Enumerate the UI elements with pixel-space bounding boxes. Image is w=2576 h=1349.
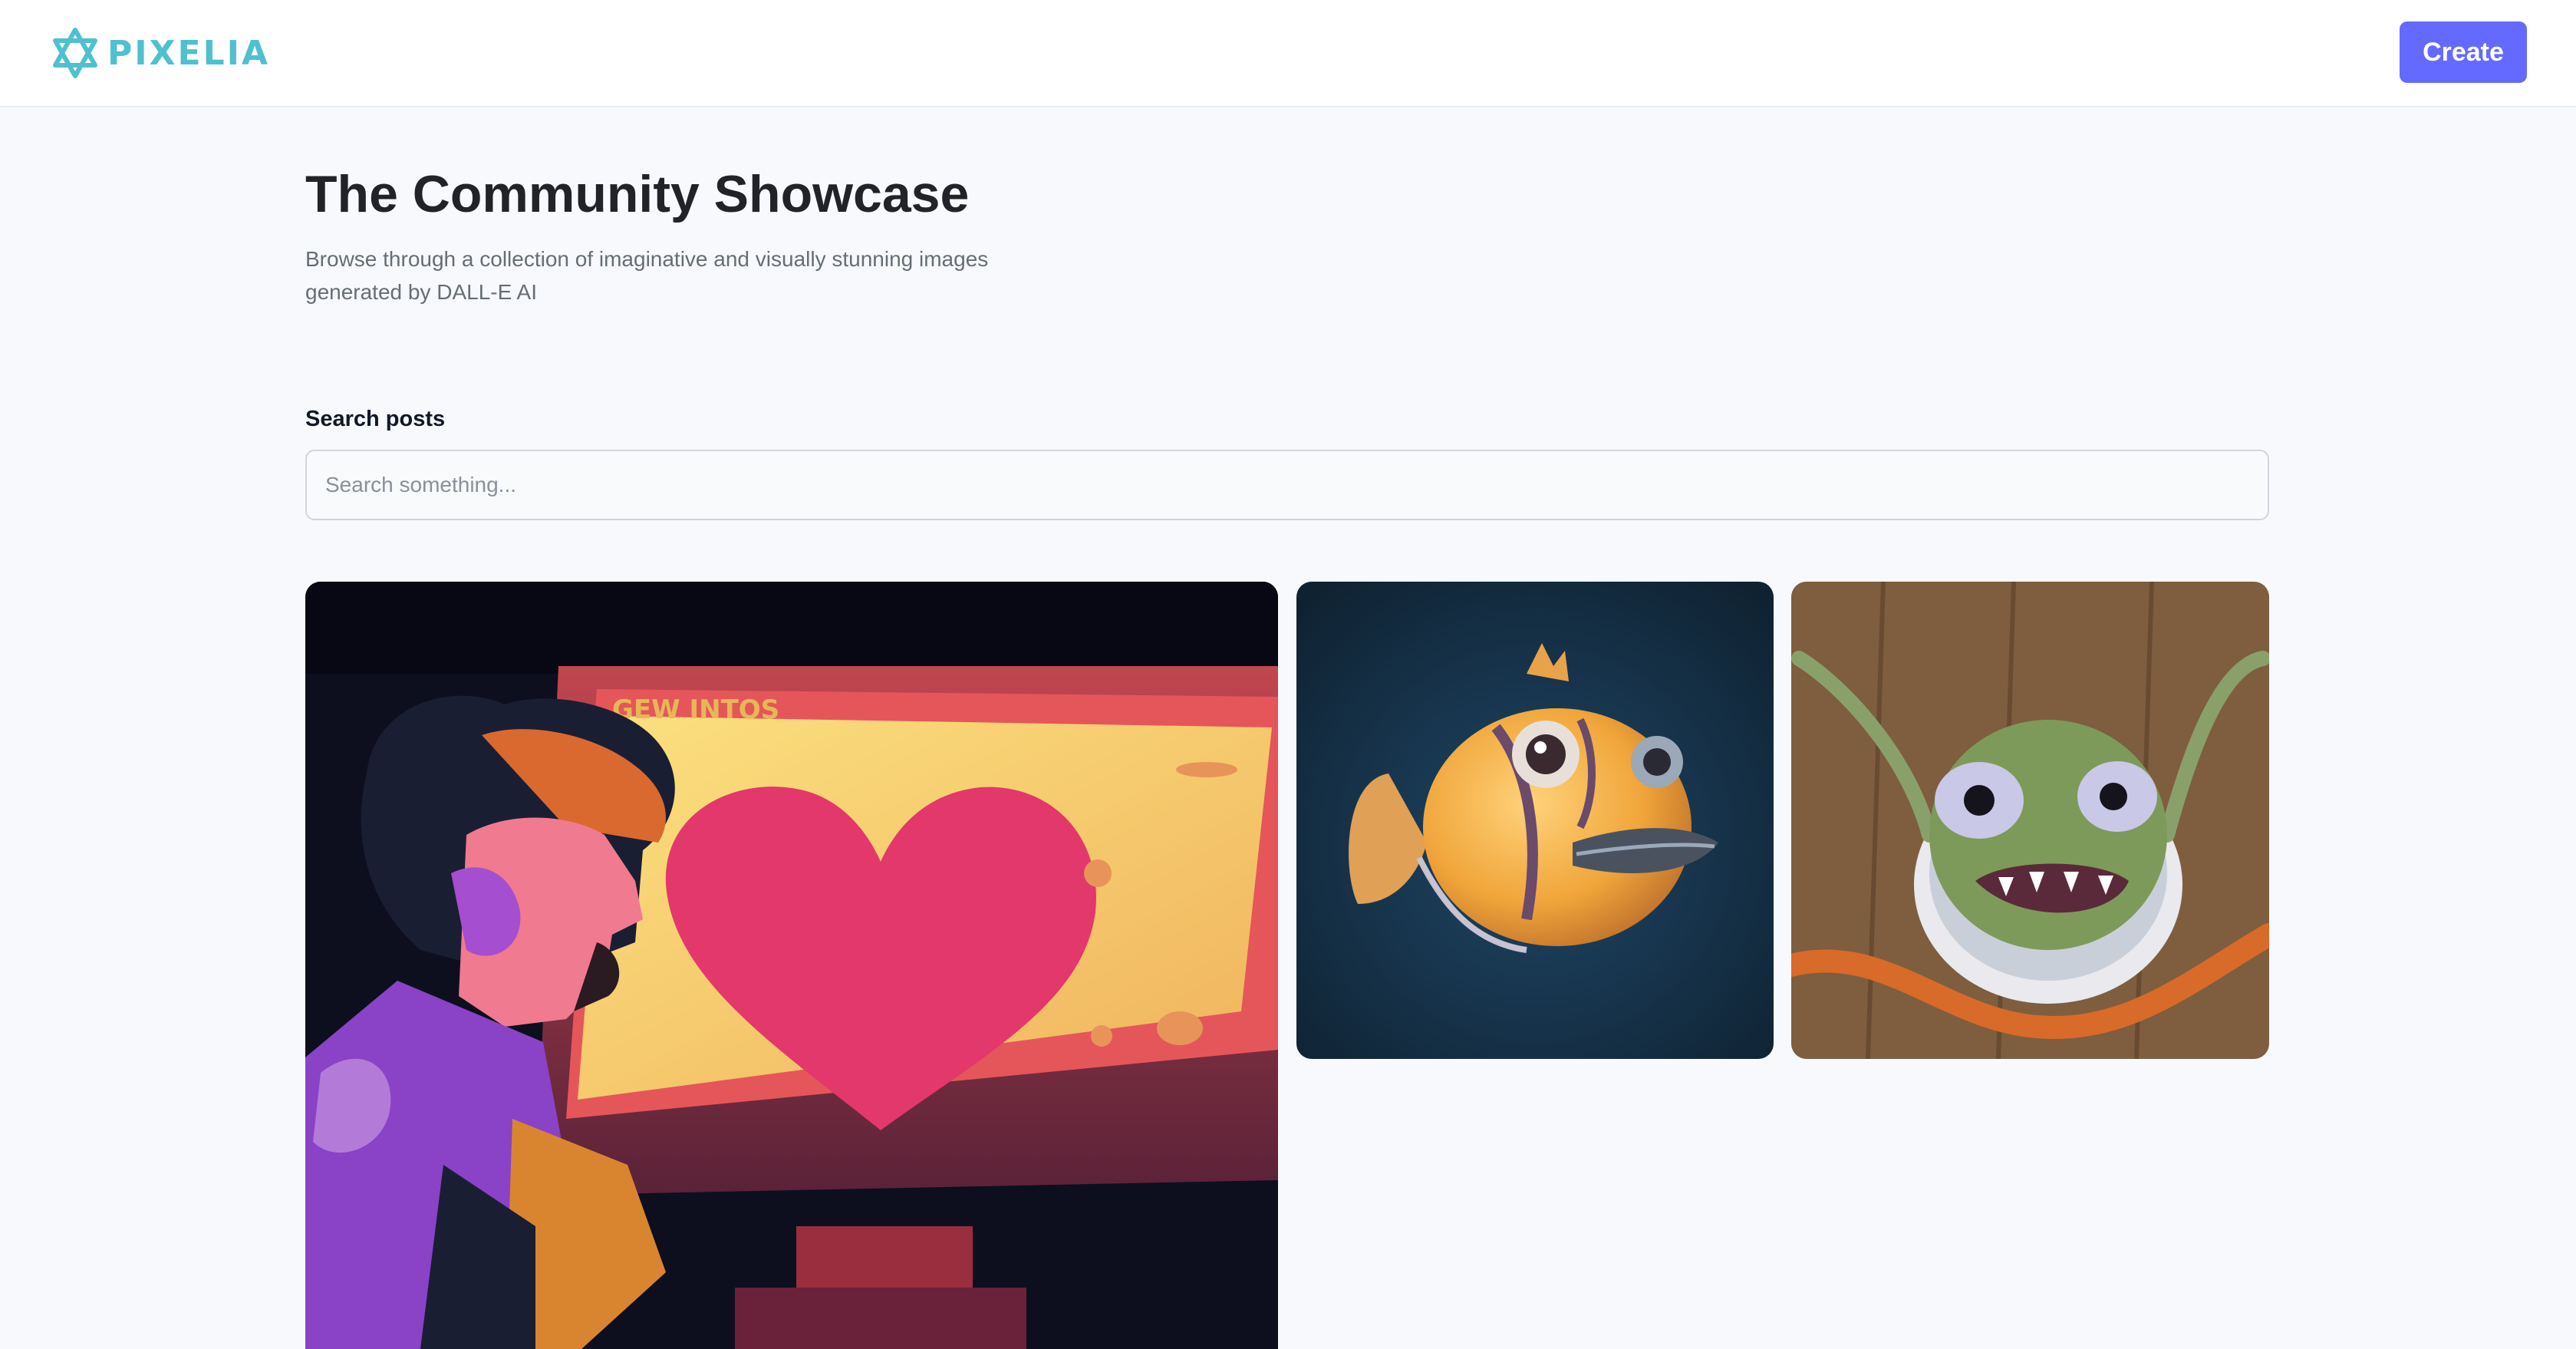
star-logo-icon (53, 28, 97, 78)
search-input[interactable] (305, 450, 2269, 520)
page-subtitle: Browse through a collection of imaginati… (305, 247, 989, 304)
search-label: Search posts (305, 407, 446, 431)
top-nav: PIXELIA Create (0, 0, 2576, 107)
post-image (1791, 582, 2269, 1059)
post-image (1296, 582, 1774, 1059)
post-card[interactable] (1296, 582, 1774, 1059)
post-image: GEW INTOS (305, 582, 1278, 1349)
brand-name: PIXELIA (107, 33, 271, 73)
monitor-title-text: GEW INTOS (612, 694, 779, 725)
page-title: The Community Showcase (305, 165, 970, 223)
create-button[interactable]: Create (2400, 21, 2527, 83)
logo[interactable]: PIXELIA (51, 26, 270, 80)
post-card[interactable]: GEW INTOS (305, 582, 1278, 1349)
post-card[interactable] (1791, 582, 2269, 1059)
